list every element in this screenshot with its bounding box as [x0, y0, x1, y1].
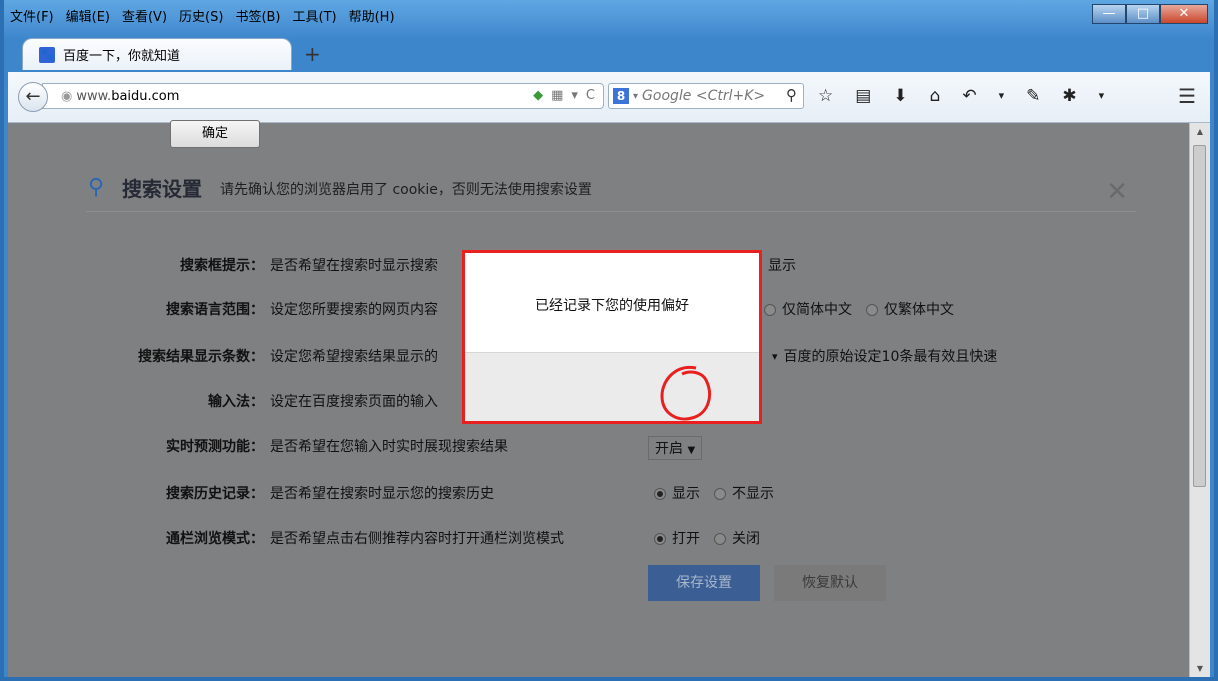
annotation-circle: [660, 365, 711, 421]
setting-desc: 设定在百度搜索页面的输入: [270, 394, 438, 410]
setting-row: 搜索历史记录： 是否希望在搜索时显示您的搜索历史 显示 不显示: [8, 481, 1188, 505]
setting-desc: 设定您所要搜索的网页内容: [270, 302, 438, 318]
tab-baidu[interactable]: 🐾 百度一下，你就知道: [22, 38, 292, 70]
qr-code-icon[interactable]: ▦: [551, 88, 563, 103]
radio-open[interactable]: [654, 533, 666, 545]
menu-view[interactable]: 查看(V): [122, 6, 167, 26]
search-bar[interactable]: 8 ▾ Google <Ctrl+K> ⚲: [608, 83, 804, 109]
setting-label: 实时预测功能：: [166, 439, 264, 455]
shield-icon[interactable]: ◆: [533, 88, 543, 103]
option-label: 仅繁体中文: [884, 302, 954, 318]
setting-label: 通栏浏览模式：: [166, 531, 264, 547]
setting-desc: 设定您希望搜索结果显示的: [270, 349, 438, 365]
dropdown-icon[interactable]: ▾: [1099, 86, 1105, 106]
setting-row: 实时预测功能： 是否希望在您输入时实时展现搜索结果 开启 ▼: [8, 434, 1188, 460]
setting-label: 输入法：: [208, 394, 264, 410]
setting-label: 搜索语言范围：: [166, 302, 264, 318]
menu-help[interactable]: 帮助(H): [349, 6, 395, 26]
radio-show[interactable]: [654, 488, 666, 500]
reload-icon[interactable]: C: [586, 88, 595, 103]
history-options: 显示 不显示: [654, 483, 774, 503]
settings-header: ⚲ 搜索设置 请先确认您的浏览器启用了 cookie，否则无法使用搜索设置 ✕: [86, 173, 1136, 212]
radio-simplified[interactable]: [764, 304, 776, 316]
setting-desc: 是否希望点击右侧推荐内容时打开通栏浏览模式: [270, 531, 564, 547]
option-label: 仅简体中文: [782, 302, 852, 318]
url-bar[interactable]: ◉ www.baidu.com ◆ ▦ ▾ C: [42, 83, 604, 109]
home-icon[interactable]: ⌂: [930, 86, 941, 106]
minimize-button[interactable]: —: [1092, 4, 1126, 24]
vertical-scrollbar[interactable]: ▲ ▼: [1189, 123, 1210, 677]
save-settings-button[interactable]: 保存设置: [648, 565, 760, 601]
setting-desc: 是否希望在搜索时显示您的搜索历史: [270, 486, 494, 502]
setting-option: 显示: [768, 258, 796, 274]
setting-label: 搜索历史记录：: [166, 486, 264, 502]
chevron-down-icon: ▼: [687, 445, 696, 456]
close-window-button[interactable]: ✕: [1160, 4, 1208, 24]
globe-icon: ◉: [61, 88, 73, 104]
dialog-message: 已经记录下您的使用偏好: [535, 298, 689, 314]
dropdown-icon[interactable]: ▾: [999, 86, 1005, 106]
hamburger-menu-icon[interactable]: ☰: [1178, 84, 1196, 108]
download-icon[interactable]: ⬇: [893, 86, 907, 106]
setting-row: 通栏浏览模式： 是否希望点击右侧推荐内容时打开通栏浏览模式 打开 关闭: [8, 526, 1188, 550]
navigation-toolbar: ◉ www.baidu.com ◆ ▦ ▾ C ← 8 ▾ Google <Ct…: [8, 72, 1210, 123]
undo-icon[interactable]: ↶: [962, 86, 976, 106]
reset-default-button[interactable]: 恢复默认: [774, 565, 886, 601]
setting-label: 搜索框提示：: [180, 258, 264, 274]
dropdown-arrow-icon[interactable]: ▾: [772, 350, 778, 363]
note-text: 百度的原始设定10条最有效且快速: [783, 349, 998, 365]
reading-list-icon[interactable]: ▤: [855, 86, 871, 106]
search-placeholder: Google <Ctrl+K>: [642, 88, 766, 104]
back-button[interactable]: ←: [18, 82, 48, 112]
url-bar-icons: ◆ ▦ ▾ C: [533, 88, 595, 103]
ok-button[interactable]: 确定: [170, 120, 260, 148]
baidu-paw-icon: 🐾: [39, 46, 55, 63]
radio-traditional[interactable]: [866, 304, 878, 316]
select-value: 开启: [655, 441, 683, 457]
url-text: www.baidu.com: [76, 88, 180, 104]
option-label: 打开: [672, 531, 700, 547]
tab-strip: 🐾 百度一下，你就知道 +: [8, 32, 1210, 72]
toolbar-icons: ☆ ▤ ⬇ ⌂ ↶ ▾ ✎ ✱ ▾: [818, 86, 1104, 106]
column-mode-options: 打开 关闭: [654, 528, 760, 548]
radio-hide[interactable]: [714, 488, 726, 500]
plugin-icon[interactable]: ✱: [1062, 86, 1076, 106]
star-icon[interactable]: ☆: [818, 86, 833, 106]
language-options: 仅简体中文 仅繁体中文: [764, 299, 954, 319]
setting-label: 搜索结果显示条数：: [138, 349, 264, 365]
menu-history[interactable]: 历史(S): [179, 6, 223, 26]
menu-bookmarks[interactable]: 书签(B): [235, 6, 280, 26]
confirmation-dialog: 已经记录下您的使用偏好: [462, 250, 762, 424]
settings-title: 搜索设置: [122, 177, 202, 201]
search-icon: ⚲: [88, 175, 105, 200]
search-icon[interactable]: ⚲: [786, 86, 797, 104]
scroll-thumb[interactable]: [1193, 145, 1206, 487]
tab-title: 百度一下，你就知道: [63, 49, 181, 64]
radio-close[interactable]: [714, 533, 726, 545]
menu-bar: 文件(F) 编辑(E) 查看(V) 历史(S) 书签(B) 工具(T) 帮助(H…: [10, 6, 395, 26]
engine-dropdown-icon[interactable]: ▾: [633, 91, 638, 102]
scroll-down-icon[interactable]: ▼: [1190, 664, 1210, 673]
option-label: 关闭: [732, 531, 760, 547]
dropdown-arrow-icon[interactable]: ▾: [571, 88, 578, 103]
new-tab-button[interactable]: +: [304, 42, 321, 66]
settings-subtitle: 请先确认您的浏览器启用了 cookie，否则无法使用搜索设置: [220, 182, 592, 198]
setting-desc: 是否希望在搜索时显示搜索: [270, 258, 438, 274]
close-icon[interactable]: ✕: [1106, 177, 1128, 207]
menu-edit[interactable]: 编辑(E): [66, 6, 110, 26]
google-engine-icon[interactable]: 8: [613, 88, 629, 104]
result-count-note: ▾ 百度的原始设定10条最有效且快速: [772, 346, 997, 366]
option-label: 不显示: [732, 486, 774, 502]
prediction-select[interactable]: 开启 ▼: [648, 436, 703, 460]
scroll-up-icon[interactable]: ▲: [1190, 127, 1210, 136]
menu-tools[interactable]: 工具(T): [293, 6, 337, 26]
window-controls: — □ ✕: [1092, 4, 1208, 24]
maximize-button[interactable]: □: [1126, 4, 1160, 24]
option-label: 显示: [672, 486, 700, 502]
notepad-icon[interactable]: ✎: [1026, 86, 1040, 106]
setting-desc: 是否希望在您输入时实时展现搜索结果: [270, 439, 508, 455]
menu-file[interactable]: 文件(F): [10, 6, 54, 26]
